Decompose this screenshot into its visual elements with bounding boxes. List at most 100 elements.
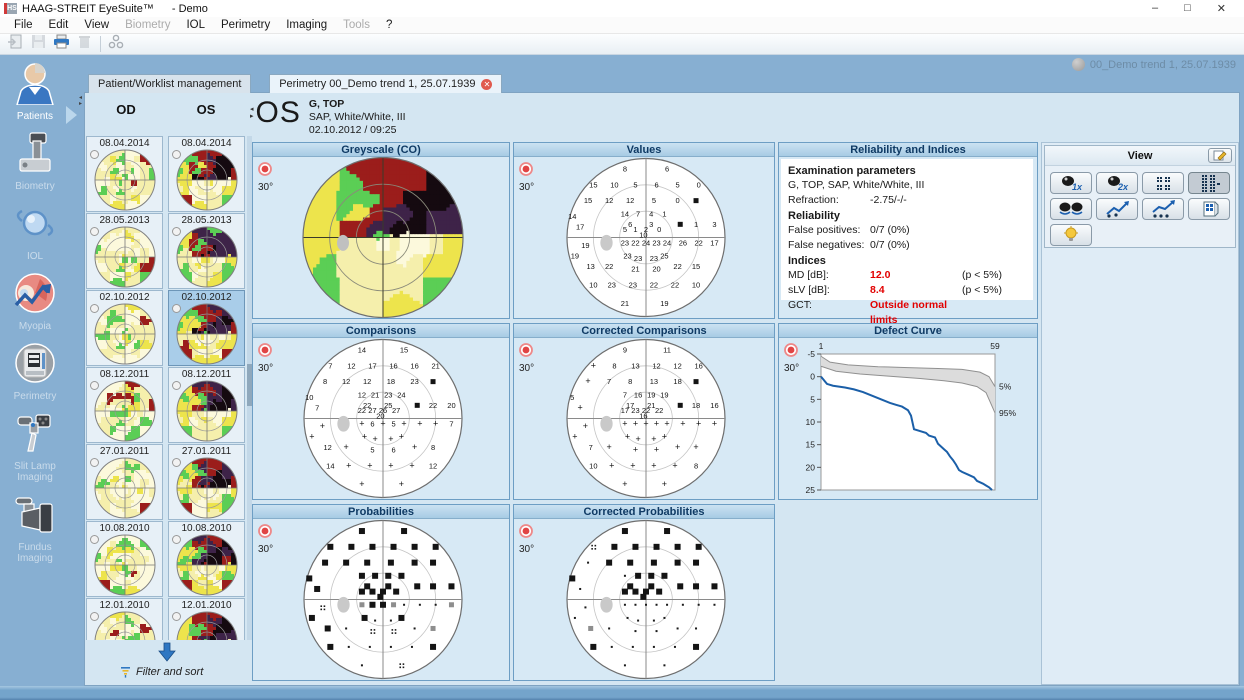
exam-thumbnail-od-02.10.2012[interactable]: 02.10.2012 <box>86 290 163 366</box>
panel-corrected-probabilities: Corrected Probabilities30° <box>513 504 775 681</box>
exam-date-label: 08.12.2011 <box>169 368 244 380</box>
sidebar-item-patients[interactable]: Patients <box>0 61 70 122</box>
tab-close-icon[interactable]: ✕ <box>481 79 492 90</box>
exam-thumbnail-os-10.08.2010[interactable]: 10.08.2010 <box>168 521 245 597</box>
exam-thumbnail-os-02.10.2012[interactable]: 02.10.2012 <box>168 290 245 366</box>
exam-thumbnail-od-10.08.2010[interactable]: 10.08.2010 <box>86 521 163 597</box>
exam-radio[interactable] <box>90 458 99 467</box>
view-trend-button[interactable] <box>1096 198 1138 220</box>
scroll-down-arrow-icon[interactable] <box>156 641 178 668</box>
reliability-value: 8.4 <box>870 283 962 298</box>
menu-item-view[interactable]: View <box>76 18 117 32</box>
exam-thumbnail-os-28.05.2013[interactable]: 28.05.2013 <box>168 213 245 289</box>
view-hint-button[interactable] <box>1050 224 1092 246</box>
exam-row-12.01.2010: 12.01.201012.01.2010 <box>86 598 246 640</box>
view-cluster-trend-button[interactable] <box>1142 198 1184 220</box>
exam-radio[interactable] <box>172 612 181 621</box>
exam-radio[interactable] <box>172 304 181 313</box>
menu-item-file[interactable]: File <box>6 18 41 32</box>
splitter-toggle-left[interactable]: ◂▸ <box>79 95 82 107</box>
menu-item-?[interactable]: ? <box>378 18 400 32</box>
view-four-charts-button[interactable] <box>1142 172 1184 194</box>
reliability-row: sLV [dB]:8.4(p < 5%) <box>788 283 1026 298</box>
exam-radio[interactable] <box>90 381 99 390</box>
view-seven-charts-icon <box>1189 180 1229 197</box>
reliability-value: 0/7 (0%) <box>870 238 962 253</box>
exam-thumbnail-od-12.01.2010[interactable]: 12.01.2010 <box>86 598 163 640</box>
delete-icon <box>78 34 91 54</box>
menu-item-perimetry[interactable]: Perimetry <box>213 18 278 32</box>
view-2x-button[interactable]: 2x <box>1096 172 1138 194</box>
view-seven-charts-button[interactable] <box>1188 172 1230 194</box>
filter-and-sort[interactable]: Filter and sort <box>120 666 203 678</box>
collapse-arrows[interactable]: ◂▸ <box>250 106 254 137</box>
exam-radio[interactable] <box>90 227 99 236</box>
sidebar-item-myopia[interactable]: Myopia <box>0 271 70 332</box>
menu-item-imaging[interactable]: Imaging <box>278 18 335 32</box>
print-button[interactable] <box>50 35 72 53</box>
reliability-label: sLV [dB]: <box>788 283 870 298</box>
exam-radio[interactable] <box>172 150 181 159</box>
tab-label: Patient/Worklist management <box>98 78 241 90</box>
sidebar-item-slit-lamp-imaging[interactable]: Slit LampImaging <box>0 411 70 483</box>
sidebar-item-perimetry[interactable]: Perimetry <box>0 341 70 402</box>
exam-thumbnail-od-28.05.2013[interactable]: 28.05.2013 <box>86 213 163 289</box>
view-1x-button[interactable]: 1x <box>1050 172 1092 194</box>
chart-radio-button[interactable] <box>519 162 533 176</box>
view-1x-icon: 1x <box>1051 180 1091 197</box>
patients-icon <box>12 61 58 110</box>
panel-title-greyscale: Greyscale (CO) <box>253 143 509 157</box>
view-both-eyes-button[interactable] <box>1050 198 1092 220</box>
exam-radio[interactable] <box>172 227 181 236</box>
panel-greyscale: Greyscale (CO)30° <box>252 142 510 319</box>
chart-radio-button[interactable] <box>258 343 272 357</box>
exam-thumbnail-od-08.04.2014[interactable]: 08.04.2014 <box>86 136 163 212</box>
chart-radio-button[interactable] <box>519 524 533 538</box>
reliability-row: Refraction:-2.75/-/- <box>788 193 1026 208</box>
menu-item-edit[interactable]: Edit <box>41 18 77 32</box>
chart-radio-button[interactable] <box>519 343 533 357</box>
view-report-button[interactable] <box>1188 198 1230 220</box>
import-icon <box>7 34 23 54</box>
panel-title-corrected-comparisons: Corrected Comparisons <box>514 324 774 338</box>
exam-thumbnail-list: 08.04.201408.04.201428.05.201328.05.2013… <box>86 136 246 640</box>
save-icon <box>31 34 46 54</box>
exam-radio[interactable] <box>172 381 181 390</box>
exam-radio[interactable] <box>90 150 99 159</box>
exam-thumbnail-os-12.01.2010[interactable]: 12.01.2010 <box>168 598 245 640</box>
sidebar-item-biometry[interactable]: Biometry <box>0 131 70 192</box>
exam-radio[interactable] <box>172 535 181 544</box>
corrected-probabilities-chart <box>514 519 774 680</box>
exam-thumbnail-od-27.01.2011[interactable]: 27.01.2011 <box>86 444 163 520</box>
menu-item-iol[interactable]: IOL <box>178 18 213 32</box>
exam-radio[interactable] <box>172 458 181 467</box>
perimetry-icon <box>12 341 58 390</box>
exam-thumbnail-os-27.01.2011[interactable]: 27.01.2011 <box>168 444 245 520</box>
view-report-icon <box>1189 206 1229 223</box>
exam-thumbnail-map <box>87 380 162 442</box>
sidebar-collapse-arrow[interactable] <box>66 106 77 124</box>
edit-view-button[interactable] <box>1208 148 1232 163</box>
exam-radio[interactable] <box>90 612 99 621</box>
maximize-button[interactable]: □ <box>1184 2 1191 15</box>
close-button[interactable]: ✕ <box>1217 2 1226 15</box>
tab-perimetry[interactable]: Perimetry 00_Demo trend 1, 25.07.1939✕ <box>269 74 502 93</box>
exam-radio[interactable] <box>90 304 99 313</box>
exam-strategy: SAP, White/White, III <box>309 111 406 124</box>
chart-radio-button[interactable] <box>258 524 272 538</box>
chart-scale-control: 30° <box>519 524 545 555</box>
view-both-eyes-icon <box>1051 206 1091 223</box>
chart-radio-button[interactable] <box>784 343 798 357</box>
exam-thumbnail-os-08.04.2014[interactable]: 08.04.2014 <box>168 136 245 212</box>
exam-thumbnail-od-08.12.2011[interactable]: 08.12.2011 <box>86 367 163 443</box>
exam-radio[interactable] <box>90 535 99 544</box>
right-panel: View 1x2x 10° 30° <box>1041 142 1239 685</box>
sidebar-item-iol[interactable]: IOL <box>0 201 70 262</box>
tab-patient-worklist[interactable]: Patient/Worklist management <box>88 74 251 93</box>
chart-radio-button[interactable] <box>258 162 272 176</box>
exam-thumbnail-os-08.12.2011[interactable]: 08.12.2011 <box>168 367 245 443</box>
window-subtitle: - Demo <box>172 3 208 15</box>
sidebar-item-fundus-imaging[interactable]: FundusImaging <box>0 492 70 564</box>
sidebar-item-label: IOL <box>27 251 43 262</box>
minimize-button[interactable]: – <box>1152 2 1158 15</box>
